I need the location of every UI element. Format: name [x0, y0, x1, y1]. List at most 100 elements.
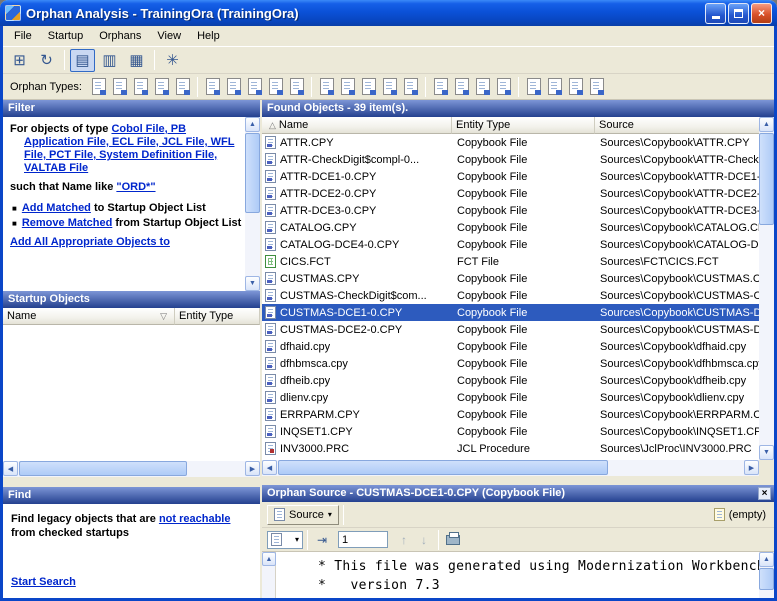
grid-view-icon[interactable]: ▥	[97, 49, 122, 72]
table-row[interactable]: dfhbmsca.cpyCopybook FileSources\Copyboo…	[262, 355, 759, 372]
orphan-type-icon[interactable]	[587, 76, 606, 97]
refresh-icon[interactable]: ↻	[34, 49, 59, 72]
chart-view-icon[interactable]: ▦	[124, 49, 149, 72]
table-row[interactable]: ATTR.CPYCopybook FileSources\Copybook\AT…	[262, 134, 759, 151]
found-objects-hscrollbar[interactable]: ◀ ▶	[262, 460, 759, 476]
scroll-left-icon[interactable]: ◀	[262, 460, 277, 475]
previous-mark-icon[interactable]: ↑	[394, 531, 414, 549]
source-dropdown-button[interactable]: Source ▾	[267, 505, 339, 525]
column-header-name[interactable]: △Name	[262, 117, 452, 134]
menu-item-file[interactable]: File	[6, 28, 40, 44]
orphan-type-icon[interactable]	[545, 76, 564, 97]
minimize-button[interactable]	[705, 3, 726, 24]
scrollbar-thumb[interactable]	[278, 460, 608, 475]
table-row[interactable]: CUSTMAS-DCE1-0.CPYCopybook FileSources\C…	[262, 304, 759, 321]
goto-line-icon[interactable]: ⇥	[312, 531, 332, 549]
add-matched-link[interactable]: Add Matched	[22, 202, 91, 214]
orphan-type-icon[interactable]	[380, 76, 399, 97]
table-row[interactable]: CATALOG.CPYCopybook FileSources\Copybook…	[262, 219, 759, 236]
scrollbar-thumb[interactable]	[759, 568, 774, 590]
table-row[interactable]: CUSTMAS-CheckDigit$com...Copybook FileSo…	[262, 287, 759, 304]
print-button[interactable]	[443, 531, 463, 549]
orphan-type-icon[interactable]	[266, 76, 285, 97]
table-row[interactable]: INQSET1.CPYCopybook FileSources\Copybook…	[262, 423, 759, 440]
open-list-icon[interactable]: ⊞	[7, 49, 32, 72]
orphan-type-icon[interactable]	[431, 76, 450, 97]
title-bar[interactable]: Orphan Analysis - TrainingOra (TrainingO…	[0, 0, 777, 26]
table-row[interactable]: CUSTMAS.CPYCopybook FileSources\Copybook…	[262, 270, 759, 287]
startup-objects-hscrollbar[interactable]: ◀ ▶	[3, 461, 260, 477]
source-vscrollbar[interactable]: ▲	[759, 552, 774, 598]
close-button[interactable]: ×	[751, 3, 772, 24]
orphan-type-icon[interactable]	[245, 76, 264, 97]
context-selector[interactable]: (empty)	[714, 508, 766, 521]
table-row[interactable]: dlienv.cpyCopybook FileSources\Copybook\…	[262, 389, 759, 406]
table-row[interactable]: dfhaid.cpyCopybook FileSources\Copybook\…	[262, 338, 759, 355]
orphan-type-icon[interactable]	[152, 76, 171, 97]
table-row[interactable]: INV3000.PRCJCL ProcedureSources\JclProc\…	[262, 440, 759, 457]
table-row[interactable]: ATTR-DCE2-0.CPYCopybook FileSources\Copy…	[262, 185, 759, 202]
orphan-type-icon[interactable]	[452, 76, 471, 97]
filter-scrollbar[interactable]: ▲ ▼	[245, 117, 260, 291]
scrollbar-thumb[interactable]	[19, 461, 187, 476]
scroll-up-icon[interactable]: ▲	[759, 552, 774, 567]
orphan-type-icon[interactable]	[224, 76, 243, 97]
column-header-name[interactable]: Name▽	[3, 308, 175, 325]
menu-item-help[interactable]: Help	[189, 28, 228, 44]
column-header-entity-type[interactable]: Entity Type	[175, 308, 260, 325]
scroll-right-icon[interactable]: ▶	[245, 461, 260, 476]
orphan-type-icon[interactable]	[566, 76, 585, 97]
orphan-type-icon[interactable]	[287, 76, 306, 97]
table-row[interactable]: CICS.FCTFCT FileSources\FCT\CICS.FCT	[262, 253, 759, 270]
orphan-type-icon[interactable]	[131, 76, 150, 97]
not-reachable-link[interactable]: not reachable	[159, 513, 231, 525]
table-row[interactable]: CATALOG-DCE4-0.CPYCopybook FileSources\C…	[262, 236, 759, 253]
menu-item-view[interactable]: View	[149, 28, 189, 44]
found-objects-vscrollbar[interactable]: ▲ ▼	[759, 117, 774, 460]
table-row[interactable]: ERRPARM.CPYCopybook FileSources\Copybook…	[262, 406, 759, 423]
startup-objects-list[interactable]	[3, 325, 260, 461]
orphan-type-icon[interactable]	[401, 76, 420, 97]
source-left-scrollbar[interactable]: ▲	[262, 552, 276, 598]
table-row[interactable]: ATTR-CheckDigit$compl-0...Copybook FileS…	[262, 151, 759, 168]
maximize-button[interactable]	[728, 3, 749, 24]
menu-item-startup[interactable]: Startup	[40, 28, 91, 44]
view-mode-dropdown[interactable]: ▾	[267, 531, 303, 549]
add-all-link[interactable]: Add All Appropriate Objects to	[10, 236, 170, 248]
scroll-up-icon[interactable]: ▲	[262, 552, 276, 566]
scroll-up-icon[interactable]: ▲	[245, 117, 260, 132]
table-row[interactable]: dfheib.cpyCopybook FileSources\Copybook\…	[262, 372, 759, 389]
remove-matched-link[interactable]: Remove Matched	[22, 217, 112, 229]
orphan-type-icon[interactable]	[89, 76, 108, 97]
orphan-type-icon[interactable]	[203, 76, 222, 97]
wizard-icon[interactable]: ✳	[160, 49, 185, 72]
scroll-up-icon[interactable]: ▲	[759, 117, 774, 132]
column-header-entity-type[interactable]: Entity Type	[452, 117, 595, 134]
table-row[interactable]: ATTR-DCE3-0.CPYCopybook FileSources\Copy…	[262, 202, 759, 219]
orphan-type-icon[interactable]	[473, 76, 492, 97]
orphan-type-icon[interactable]	[338, 76, 357, 97]
scrollbar-thumb[interactable]	[245, 133, 260, 213]
line-number-input[interactable]	[338, 531, 388, 548]
start-search-link[interactable]: Start Search	[11, 576, 76, 588]
scroll-down-icon[interactable]: ▼	[245, 276, 260, 291]
scroll-right-icon[interactable]: ▶	[744, 460, 759, 475]
orphan-type-icon[interactable]	[317, 76, 336, 97]
scroll-left-icon[interactable]: ◀	[3, 461, 18, 476]
close-panel-icon[interactable]: ×	[758, 487, 771, 500]
table-view-icon[interactable]: ▤	[70, 49, 95, 72]
orphan-type-icon[interactable]	[524, 76, 543, 97]
orphan-type-icon[interactable]	[173, 76, 192, 97]
scrollbar-thumb[interactable]	[759, 133, 774, 225]
next-mark-icon[interactable]: ↓	[414, 531, 434, 549]
column-header-source[interactable]: Source	[595, 117, 759, 134]
source-code-view[interactable]: ▲ * This file was generated using Modern…	[262, 552, 774, 598]
table-row[interactable]: ATTR-DCE1-0.CPYCopybook FileSources\Copy…	[262, 168, 759, 185]
orphan-type-icon[interactable]	[494, 76, 513, 97]
orphan-type-icon[interactable]	[359, 76, 378, 97]
table-row[interactable]: CUSTMAS-DCE2-0.CPYCopybook FileSources\C…	[262, 321, 759, 338]
scroll-down-icon[interactable]: ▼	[759, 445, 774, 460]
name-pattern-link[interactable]: "ORD*"	[116, 181, 155, 193]
orphan-type-icon[interactable]	[110, 76, 129, 97]
menu-item-orphans[interactable]: Orphans	[91, 28, 149, 44]
